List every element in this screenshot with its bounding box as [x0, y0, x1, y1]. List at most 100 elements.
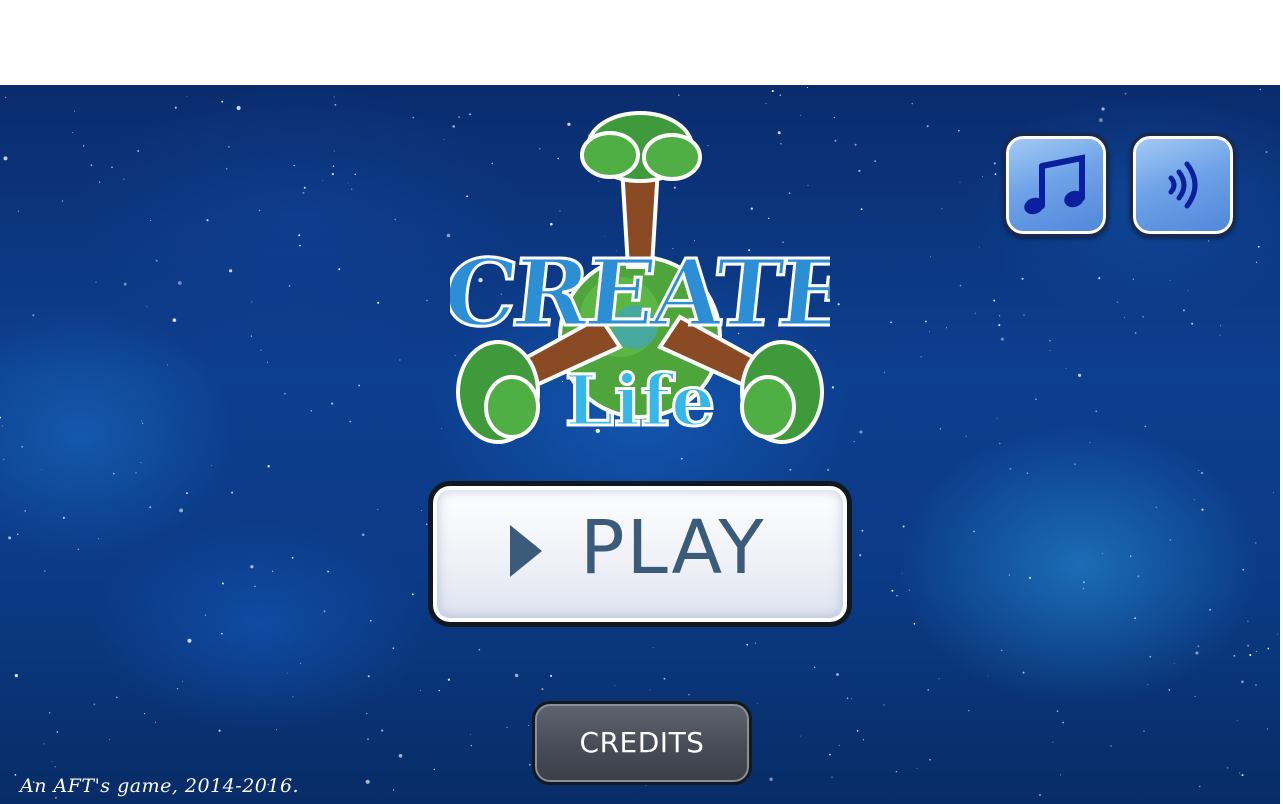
star: [123, 178, 125, 180]
star: [1029, 576, 1031, 579]
star: [227, 145, 230, 148]
logo-tree-right: [740, 340, 824, 444]
star: [370, 620, 372, 622]
star: [377, 509, 379, 511]
star: [891, 589, 894, 592]
star: [0, 416, 2, 419]
star: [652, 646, 654, 649]
star: [1168, 688, 1171, 691]
star: [927, 689, 929, 691]
star: [1226, 767, 1229, 769]
star: [331, 402, 334, 405]
star: [908, 589, 910, 591]
star: [829, 753, 831, 756]
star: [1255, 684, 1257, 686]
star: [1200, 471, 1204, 475]
star: [1187, 290, 1189, 292]
star: [1247, 620, 1249, 622]
star: [998, 315, 1001, 317]
star: [938, 678, 940, 680]
star: [649, 689, 651, 691]
star: [258, 209, 261, 212]
star: [1239, 772, 1241, 774]
star: [862, 739, 865, 741]
star: [433, 768, 435, 771]
star: [1241, 680, 1244, 684]
star: [5, 96, 7, 98]
star: [1124, 317, 1125, 318]
star: [97, 538, 100, 540]
star: [1149, 655, 1152, 658]
star: [302, 191, 305, 194]
star: [275, 729, 277, 731]
star: [186, 96, 188, 98]
star: [470, 733, 472, 736]
star: [939, 428, 941, 430]
star: [1144, 425, 1146, 427]
star: [982, 176, 983, 178]
star: [54, 796, 57, 799]
star: [1201, 508, 1204, 511]
star: [141, 422, 144, 424]
star: [350, 188, 353, 190]
star: [754, 642, 757, 644]
star: [1182, 309, 1185, 312]
star: [166, 364, 168, 366]
logo-tree-top: [580, 111, 702, 183]
star: [288, 285, 291, 287]
star: [1207, 240, 1210, 242]
game-canvas[interactable]: CREATE Life PLAY CREDITS An AFT's game, …: [0, 85, 1280, 804]
star: [1267, 647, 1270, 650]
star: [1255, 261, 1258, 263]
play-button[interactable]: PLAY: [428, 481, 852, 627]
star: [1247, 644, 1250, 647]
star: [17, 533, 19, 535]
credits-button-label: CREDITS: [579, 726, 705, 759]
star: [21, 445, 24, 448]
star: [332, 165, 335, 167]
star: [1198, 470, 1200, 471]
star: [896, 595, 898, 597]
star: [443, 139, 445, 141]
star: [56, 731, 59, 733]
star: [756, 702, 758, 704]
star: [1082, 587, 1085, 590]
star: [420, 509, 422, 511]
star: [883, 704, 885, 706]
star: [366, 712, 368, 715]
star: [1056, 710, 1059, 712]
star: [210, 465, 212, 467]
sound-toggle-button[interactable]: [1130, 133, 1236, 237]
star: [765, 102, 767, 105]
star: [40, 469, 42, 470]
music-toggle-button[interactable]: [1003, 133, 1109, 237]
star: [861, 529, 864, 532]
star: [959, 181, 961, 183]
star: [108, 739, 110, 740]
top-white-strip: [0, 0, 1283, 85]
star: [331, 173, 334, 176]
star: [74, 110, 76, 112]
star: [1098, 118, 1103, 123]
star: [799, 735, 801, 737]
star: [334, 103, 337, 106]
star: [1134, 332, 1137, 334]
star: [111, 166, 113, 169]
star: [323, 610, 326, 613]
credits-button[interactable]: CREDITS: [532, 701, 752, 785]
star: [221, 582, 224, 585]
star: [1169, 280, 1171, 281]
star: [116, 696, 118, 698]
star: [831, 386, 835, 389]
star: [1000, 649, 1003, 652]
star: [746, 643, 749, 646]
star: [354, 173, 356, 175]
star: [419, 689, 421, 691]
star: [1132, 278, 1134, 280]
star: [254, 585, 256, 588]
star: [771, 90, 774, 93]
star: [470, 744, 473, 747]
star: [440, 428, 442, 430]
star: [1089, 442, 1091, 444]
star: [266, 361, 269, 363]
